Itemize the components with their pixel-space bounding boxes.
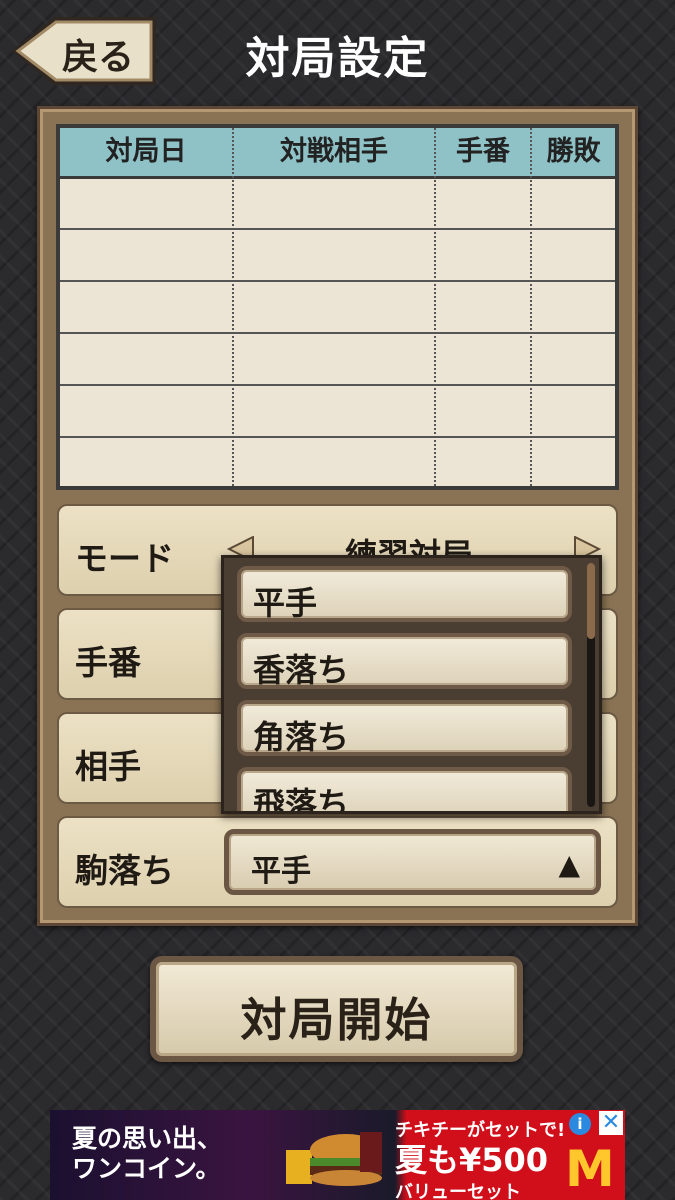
handicap-label: 駒落ち [75,851,174,890]
ad-tagline-line2: ワンコイン。 [72,1154,221,1183]
back-label: 戻る [62,37,135,78]
table-row [60,384,615,386]
ad-copy: チキチーがセットで! 夏も¥500 バリューセット [395,1116,565,1200]
column-header-opponent: 対戦相手 [280,136,388,167]
game-record-table: 対局日 対戦相手 手番 勝敗 [56,124,619,490]
caret-up-icon: ▲ [558,848,580,881]
dropdown-scrollbar[interactable] [587,563,595,807]
turn-label: 手番 [75,643,141,682]
table-row [60,332,615,334]
start-game-button[interactable]: 対局開始 [150,956,523,1062]
dropdown-option[interactable]: 平手 [237,566,572,622]
ad-line2: 夏も¥500 [395,1141,549,1179]
dropdown-option[interactable]: 飛落ち [237,767,572,814]
column-divider [232,128,234,486]
ad-close-icon[interactable]: ✕ [599,1111,623,1135]
dropdown-option[interactable]: 香落ち [237,633,572,689]
column-header-result: 勝敗 [546,136,601,167]
ad-line1: チキチーがセットで! [395,1120,566,1141]
table-row [60,280,615,282]
handicap-dropdown-list: 平手 香落ち 角落ち 飛落ち [221,555,602,814]
ad-banner[interactable]: 夏の思い出、 ワンコイン。 チキチーがセットで! 夏も¥500 バリューセット … [50,1110,625,1200]
table-row [60,436,615,438]
handicap-selected-value: 平手 [251,854,311,889]
scrollbar-thumb[interactable] [587,563,595,639]
column-divider [434,128,436,486]
column-header-turn: 手番 [456,136,510,167]
back-button[interactable]: 戻る [10,14,160,88]
column-header-date: 対局日 [105,136,187,167]
ad-info-icon[interactable]: i [569,1113,591,1135]
opponent-label: 相手 [75,747,141,786]
page-title: 対局設定 [245,33,430,84]
burger-image-icon [286,1132,382,1186]
brand-logo: M [565,1140,615,1198]
option-label: 飛落ち [253,785,350,814]
option-label: 香落ち [253,651,350,689]
table-row [60,228,615,230]
ad-line3: バリューセット [395,1182,521,1200]
dropdown-option[interactable]: 角落ち [237,700,572,756]
column-divider [530,128,532,486]
start-game-label: 対局開始 [240,993,433,1047]
ad-tagline-line1: 夏の思い出、 [72,1124,223,1153]
mode-label: モード [75,539,174,578]
option-label: 平手 [253,584,318,622]
handicap-select[interactable]: 平手 ▲ [224,829,601,895]
option-label: 角落ち [253,718,350,756]
ad-tagline: 夏の思い出、 ワンコイン。 [72,1124,222,1184]
